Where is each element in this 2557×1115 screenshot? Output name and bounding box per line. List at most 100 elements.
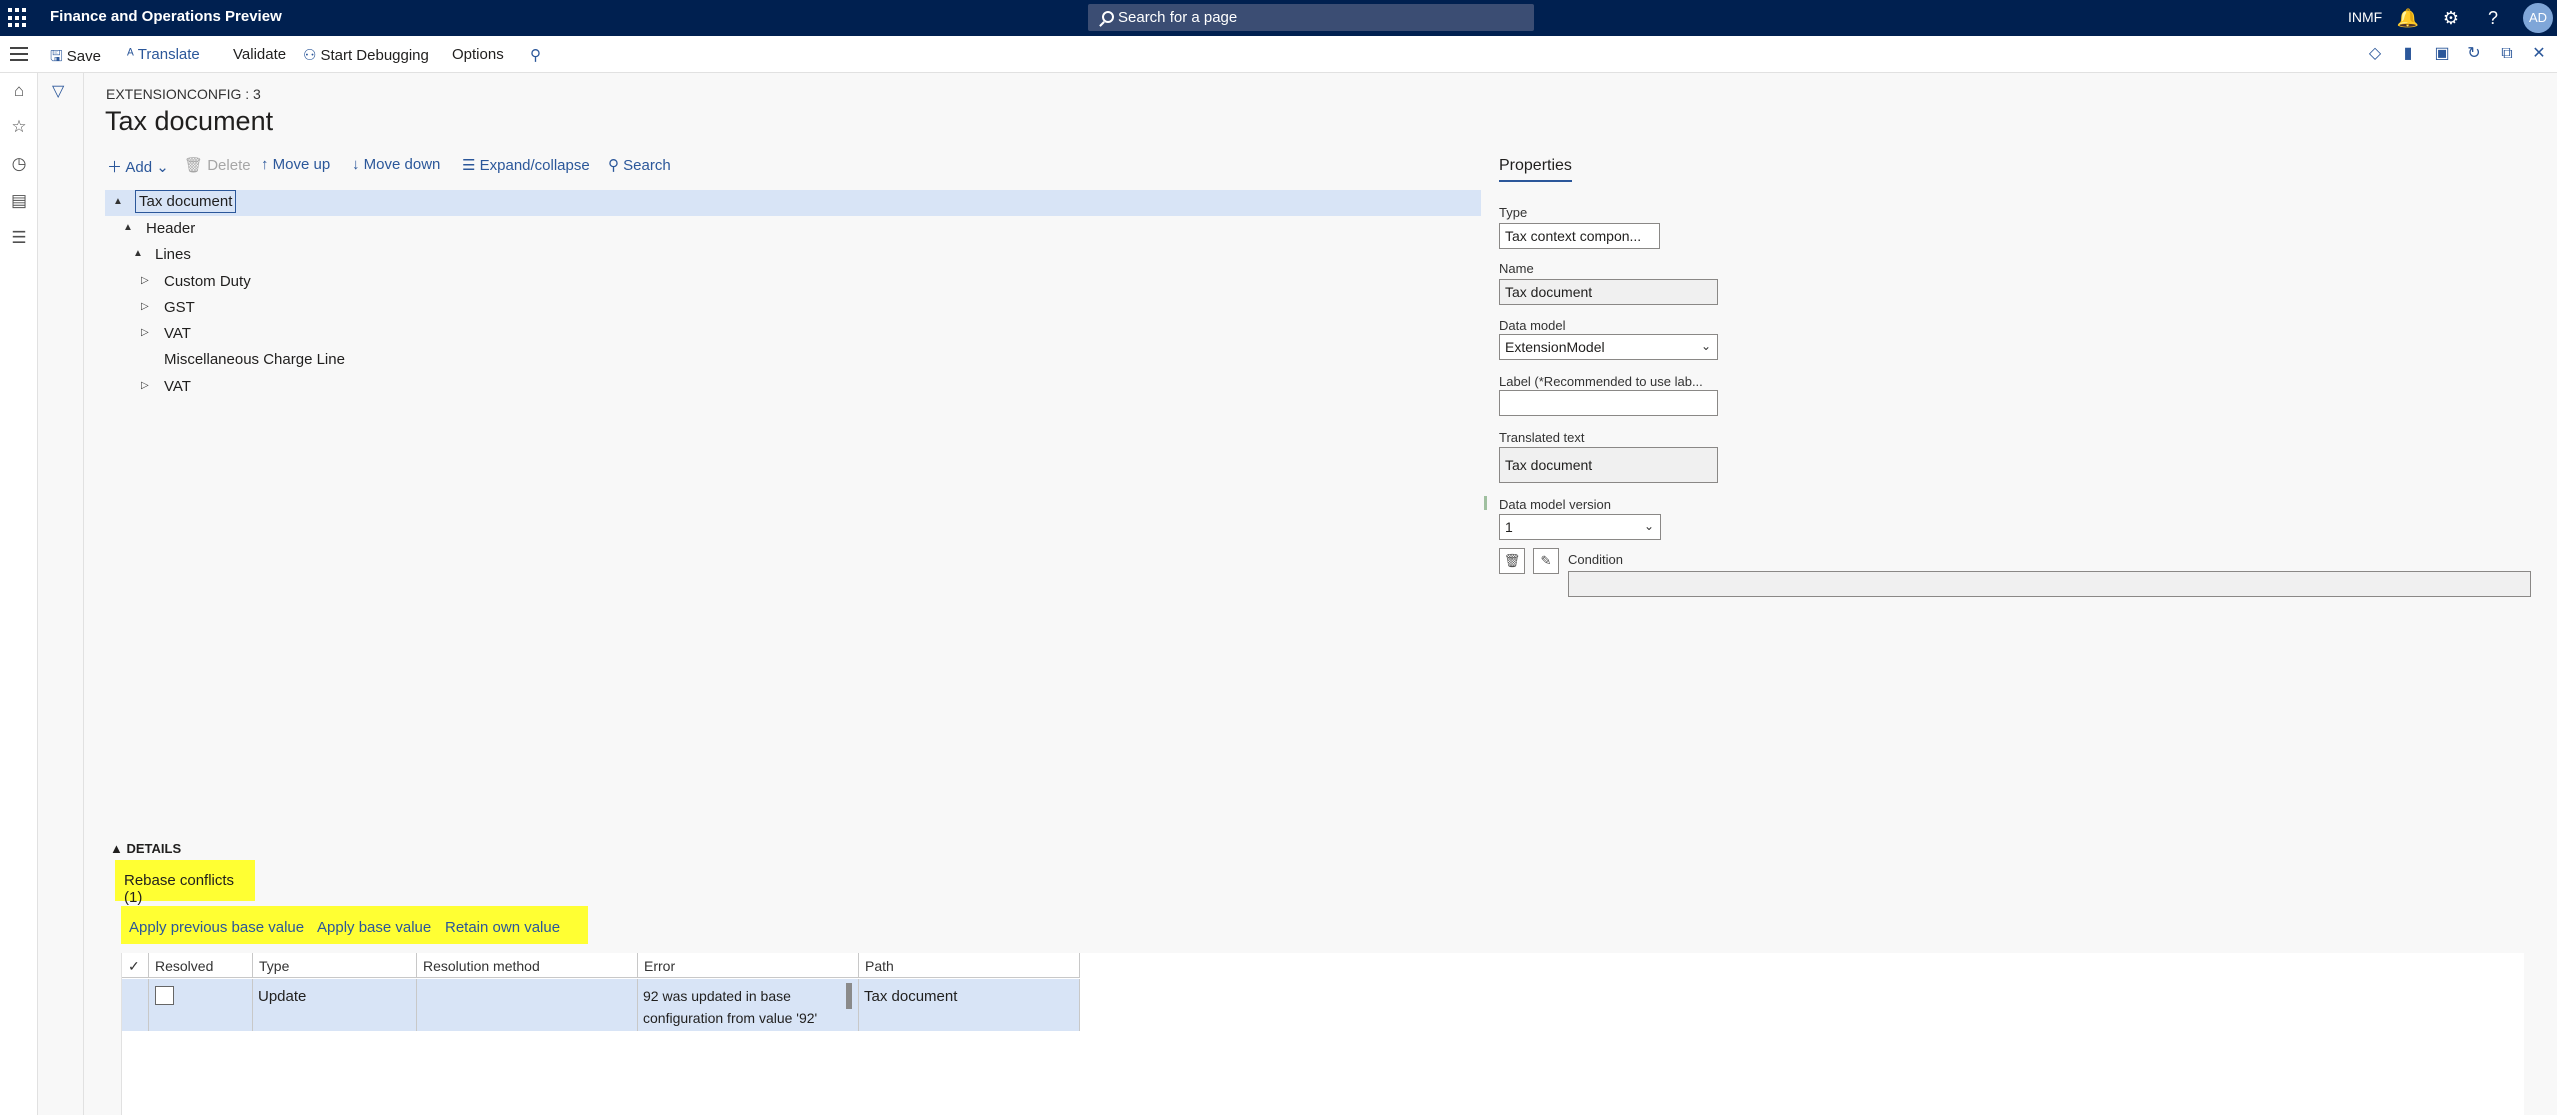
favorites-icon[interactable]: ☆ — [9, 117, 29, 137]
expand-icon[interactable]: ▷ — [141, 301, 149, 312]
attachments-icon[interactable]: ▣ — [2432, 44, 2452, 64]
details-section-header[interactable]: ▲ DETAILS — [110, 841, 181, 856]
tree-node-vat[interactable]: ▷ VAT — [105, 321, 505, 347]
hamburger-icon[interactable] — [10, 47, 28, 61]
company-picker[interactable]: INMF — [2348, 9, 2382, 25]
chevron-down-icon: ⌄ — [156, 159, 169, 176]
modules-icon[interactable]: ☰ — [9, 228, 29, 248]
apply-base-value-button[interactable]: Apply base value — [317, 919, 431, 936]
expand-icon[interactable]: ▷ — [141, 380, 149, 391]
edit-condition-button[interactable]: ✎ — [1533, 548, 1559, 574]
column-header-resolved[interactable]: Resolved — [149, 953, 253, 978]
trash-icon: 🗑 — [184, 157, 204, 174]
arrow-up-icon: ↑ — [261, 156, 269, 173]
row-selector[interactable] — [122, 979, 149, 1031]
validate-button[interactable]: Validate — [233, 46, 286, 63]
action-pane: 🖫 Save ᴬ Translate Validate ⚇ Start Debuggi… — [0, 36, 2557, 73]
collapse-icon[interactable]: ▲ — [133, 248, 143, 259]
tree-search-button[interactable]: ⚲ Search — [608, 156, 671, 174]
column-header-type[interactable]: Type — [253, 953, 417, 978]
expand-icon[interactable]: ▷ — [141, 275, 149, 286]
search-icon: ⚲ — [608, 157, 619, 174]
app-title: Finance and Operations Preview — [50, 8, 282, 25]
path-cell: Tax document — [859, 979, 1080, 1031]
delete-button[interactable]: 🗑 Delete — [184, 156, 251, 174]
add-button[interactable]: ＋ Add ⌄ — [107, 156, 169, 177]
tree-node-gst[interactable]: ▷ GST — [105, 295, 505, 321]
retain-own-value-button[interactable]: Retain own value — [445, 919, 560, 936]
bell-icon[interactable]: 🔔 — [2396, 6, 2420, 30]
error-cell: 92 was updated in base configuration fro… — [638, 979, 859, 1031]
pane-splitter[interactable] — [1484, 496, 1487, 510]
pencil-icon: ✎ — [1540, 553, 1552, 568]
translate-icon: ᴬ — [127, 46, 134, 63]
tree-node-misc-charge-line[interactable]: Miscellaneous Charge Line — [105, 347, 505, 373]
column-header-path[interactable]: Path — [859, 953, 1080, 978]
data-model-version-select[interactable]: 1 ⌄ — [1499, 514, 1661, 540]
type-label: Type — [1499, 205, 1528, 220]
translated-text-field[interactable]: Tax document — [1499, 447, 1718, 483]
label-field[interactable] — [1499, 390, 1718, 416]
avatar[interactable]: AD — [2523, 3, 2553, 33]
search-icon — [1102, 11, 1114, 23]
diamond-icon[interactable]: ◇ — [2365, 44, 2385, 64]
collapse-icon[interactable]: ▲ — [123, 222, 133, 233]
condition-label: Condition — [1568, 552, 1623, 567]
name-field[interactable]: Tax document — [1499, 279, 1718, 305]
expand-collapse-button[interactable]: ☰ Expand/collapse — [462, 156, 590, 174]
tree-node-header[interactable]: ▲ Header — [105, 216, 505, 242]
expand-icon[interactable]: ▷ — [141, 327, 149, 338]
gear-icon[interactable]: ⚙ — [2439, 6, 2463, 30]
open-new-window-icon[interactable]: ⧉ — [2497, 44, 2517, 64]
start-debugging-button[interactable]: ⚇ Start Debugging — [303, 46, 429, 64]
apply-previous-base-value-button[interactable]: Apply previous base value — [129, 919, 304, 936]
page-title: Tax document — [105, 106, 274, 136]
home-icon[interactable]: ⌂ — [9, 81, 29, 101]
chevron-down-icon: ⌄ — [1643, 519, 1654, 533]
condition-field[interactable] — [1568, 571, 2531, 597]
type-field[interactable]: Tax context compon... — [1499, 223, 1660, 249]
collapse-icon[interactable]: ▲ — [113, 196, 123, 207]
refresh-icon[interactable]: ↻ — [2464, 44, 2484, 64]
arrow-down-icon: ↓ — [352, 156, 360, 173]
tree-node-custom-duty[interactable]: ▷ Custom Duty — [105, 269, 505, 295]
page-search-input[interactable]: Search for a page — [1088, 4, 1534, 31]
recent-icon[interactable]: ◷ — [9, 154, 29, 174]
tab-rebase-conflicts[interactable]: Rebase conflicts (1) — [115, 860, 255, 910]
save-button[interactable]: 🖫 Save — [50, 46, 101, 71]
help-icon[interactable]: ? — [2481, 6, 2505, 30]
data-model-select[interactable]: ExtensionModel ⌄ — [1499, 334, 1718, 360]
tab-properties[interactable]: Properties — [1499, 157, 1572, 182]
debug-icon: ⚇ — [303, 47, 317, 64]
move-down-button[interactable]: ↓ Move down — [352, 156, 440, 173]
move-up-button[interactable]: ↑ Move up — [261, 156, 330, 173]
tree-node-lines[interactable]: ▲ Lines — [105, 242, 505, 268]
workspaces-icon[interactable]: ▤ — [9, 191, 29, 211]
save-icon: 🖫 — [50, 48, 63, 65]
app-launcher-icon[interactable] — [8, 8, 28, 28]
translate-button[interactable]: ᴬ Translate — [127, 46, 200, 63]
navigation-bar: ⌂ ☆ ◷ ▤ ☰ — [0, 73, 38, 1115]
tree-node-vat-2[interactable]: ▷ VAT — [105, 374, 505, 400]
trash-icon: 🗑 — [1503, 553, 1521, 568]
chevron-down-icon: ⌄ — [1700, 339, 1711, 353]
filter-pane: ▽ — [38, 73, 84, 1115]
column-header-error[interactable]: Error — [638, 953, 859, 978]
office-icon[interactable]: ▮ — [2398, 44, 2418, 64]
options-tab[interactable]: Options — [452, 46, 504, 63]
breadcrumb: EXTENSIONCONFIG : 3 — [106, 86, 261, 102]
search-placeholder: Search for a page — [1118, 9, 1238, 26]
tree-node-tax-document[interactable]: ▲ Tax document — [105, 190, 1481, 216]
resolution-method-cell[interactable] — [417, 979, 638, 1031]
filter-icon[interactable]: ▽ — [52, 81, 64, 101]
column-header-resolution-method[interactable]: Resolution method — [417, 953, 638, 978]
translated-text-label: Translated text — [1499, 430, 1585, 445]
close-icon[interactable]: ✕ — [2529, 44, 2549, 64]
type-cell: Update — [253, 979, 417, 1031]
name-label: Name — [1499, 261, 1534, 276]
error-cell-scrollbar[interactable] — [846, 983, 852, 1009]
resolved-checkbox[interactable] — [155, 986, 174, 1005]
search-icon[interactable]: ⚲ — [530, 46, 541, 64]
select-all-checkbox[interactable]: ✓ — [122, 953, 149, 978]
delete-condition-button[interactable]: 🗑 — [1499, 548, 1525, 574]
